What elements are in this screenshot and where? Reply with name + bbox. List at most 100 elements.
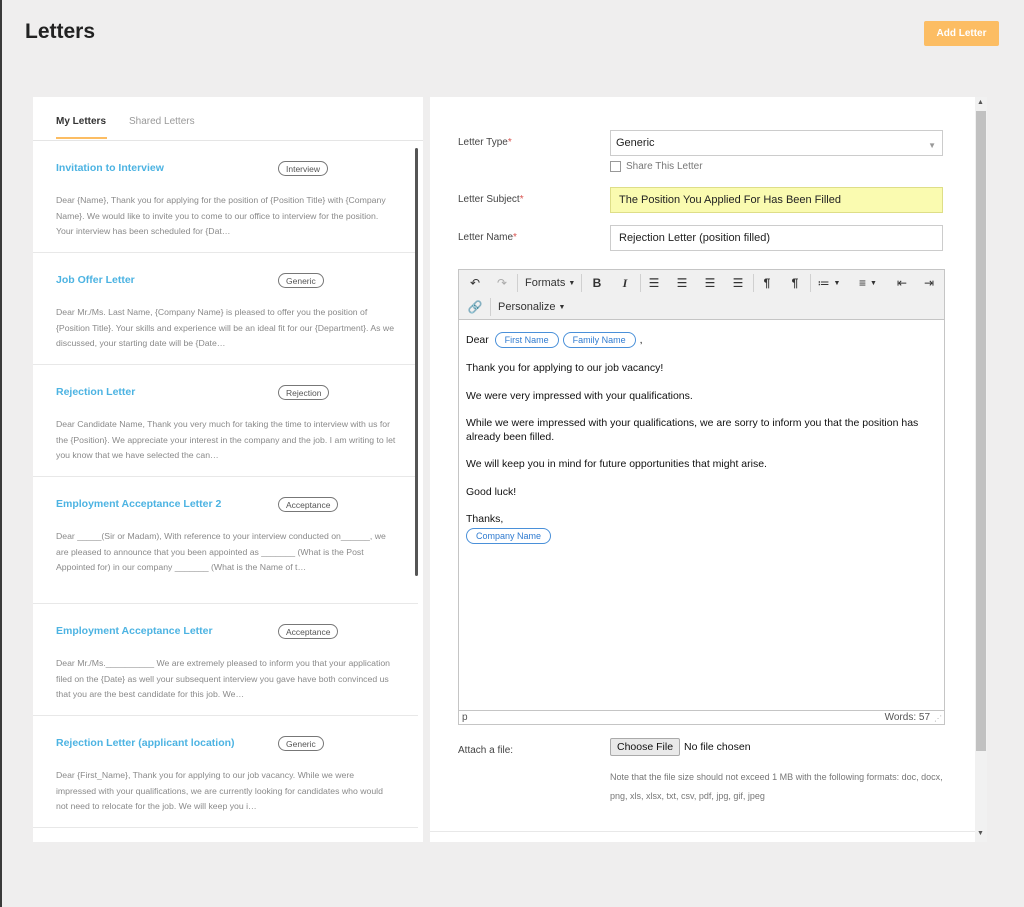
letter-title[interactable]: Invitation to Interview xyxy=(56,162,164,174)
personalize-dropdown[interactable]: Personalize ▼ xyxy=(498,299,565,315)
editor-toolbar: ↶ ↷ Formats ▼ B I ☰ ☰ ☰ ☰ ¶ ¶ ≔ ▼ ≡ ▼ ⇤ ⇥ … xyxy=(459,270,944,320)
share-letter-option[interactable]: Share This Letter xyxy=(610,161,703,172)
chevron-down-icon: ▼ xyxy=(558,303,566,311)
editor-statusbar: p Words: 57 ⋰ xyxy=(459,710,944,724)
page-scrollbar-thumb[interactable] xyxy=(976,111,986,751)
letter-item[interactable]: Employment Acceptance Letter Acceptance … xyxy=(33,604,418,716)
redo-icon[interactable]: ↷ xyxy=(494,275,510,291)
file-size-note: Note that the file size should not excee… xyxy=(610,772,943,801)
formats-label: Formats xyxy=(525,277,566,289)
letter-title[interactable]: Job Offer Letter xyxy=(56,274,135,286)
toolbar-separator xyxy=(753,274,754,292)
scroll-up-icon[interactable]: ▲ xyxy=(977,99,984,106)
closing-block: Thanks, Company Name xyxy=(466,513,937,544)
letter-editor-panel: Letter Type* Generic ▼ Share This Letter… xyxy=(430,97,975,842)
letter-subject-input[interactable]: The Position You Applied For Has Been Fi… xyxy=(610,187,943,213)
required-mark: * xyxy=(507,137,512,148)
letter-item[interactable]: Rejection Letter Rejection Dear Candidat… xyxy=(33,365,418,477)
body-paragraph: Good luck! xyxy=(466,485,517,498)
company-name-token[interactable]: Company Name xyxy=(466,527,552,544)
letter-preview: Dear Mr./Ms.__________ We are extremely … xyxy=(56,658,391,700)
tab-my-letters[interactable]: My Letters xyxy=(56,116,106,127)
toolbar-separator xyxy=(640,274,641,292)
link-icon[interactable]: 🔗 xyxy=(467,299,483,315)
outdent-icon[interactable]: ⇤ xyxy=(894,275,910,291)
letter-name-label: Letter Name* xyxy=(458,232,517,243)
share-letter-checkbox[interactable] xyxy=(610,161,621,172)
choose-file-button[interactable]: Choose File xyxy=(610,738,681,756)
file-status-text: No file chosen xyxy=(684,741,751,753)
personalize-label: Personalize xyxy=(498,301,556,313)
letter-title[interactable]: Employment Acceptance Letter 2 xyxy=(56,498,221,510)
required-mark: * xyxy=(519,194,524,205)
letter-title[interactable]: Rejection Letter (applicant location) xyxy=(56,737,235,749)
letters-list-panel: My Letters Shared Letters Invitation to … xyxy=(33,97,423,842)
window-edge xyxy=(0,0,2,907)
toolbar-separator xyxy=(810,274,811,292)
greeting-text: Dear xyxy=(466,334,489,346)
toolbar-separator xyxy=(517,274,518,292)
letter-item[interactable]: Job Offer Letter Generic Dear Mr./Ms. La… xyxy=(33,253,418,365)
bold-icon[interactable]: B xyxy=(589,275,605,291)
undo-icon[interactable]: ↶ xyxy=(467,275,483,291)
first-name-token[interactable]: First Name xyxy=(494,332,559,348)
align-right-icon[interactable]: ☰ xyxy=(702,275,718,291)
align-justify-icon[interactable]: ☰ xyxy=(730,275,746,291)
align-center-icon[interactable]: ☰ xyxy=(674,275,690,291)
letter-category-badge: Acceptance xyxy=(278,497,339,512)
bullet-list-icon[interactable]: ≔ ▼ xyxy=(816,275,842,291)
greeting-line: Dear First Name Family Name, xyxy=(466,332,937,348)
letter-preview: Dear Candidate Name, Thank you very much… xyxy=(56,419,396,461)
element-path[interactable]: p xyxy=(462,712,468,723)
letter-subject-label: Letter Subject* xyxy=(458,194,524,205)
letter-category-badge: Generic xyxy=(278,273,324,288)
letter-item[interactable]: Invitation to Interview Interview Dear {… xyxy=(33,142,418,253)
letter-name-input[interactable]: Rejection Letter (position filled) xyxy=(610,225,943,251)
letter-item[interactable]: Rejection Letter (applicant location) Ge… xyxy=(33,716,418,828)
numbered-list-icon[interactable]: ≡ ▼ xyxy=(855,275,881,291)
page-title: Letters xyxy=(25,20,96,43)
letter-category-badge: Acceptance xyxy=(278,624,339,639)
rich-text-editor[interactable]: ↶ ↷ Formats ▼ B I ☰ ☰ ☰ ☰ ¶ ¶ ≔ ▼ ≡ ▼ ⇤ ⇥ … xyxy=(458,269,945,725)
letter-type-label: Letter Type* xyxy=(458,137,512,148)
share-letter-label: Share This Letter xyxy=(626,161,703,172)
word-count: Words: 57 xyxy=(884,712,930,723)
formats-dropdown[interactable]: Formats ▼ xyxy=(525,275,575,291)
letters-tabs: My Letters Shared Letters xyxy=(33,97,423,141)
italic-icon[interactable]: I xyxy=(617,275,633,291)
toolbar-separator xyxy=(581,274,582,292)
body-paragraph: Thank you for applying to our job vacanc… xyxy=(466,362,664,374)
ltr-icon[interactable]: ¶ xyxy=(759,275,775,291)
letter-name-label-text: Letter Name xyxy=(458,232,514,243)
letter-subject-label-text: Letter Subject xyxy=(458,194,520,205)
chevron-down-icon: ▼ xyxy=(928,141,936,150)
family-name-token[interactable]: Family Name xyxy=(562,332,636,348)
rtl-icon[interactable]: ¶ xyxy=(787,275,803,291)
closing-text: Thanks, xyxy=(466,513,504,525)
body-paragraph: We will keep you in mind for future oppo… xyxy=(466,458,767,470)
letter-category-badge: Rejection xyxy=(278,385,330,400)
letter-title[interactable]: Rejection Letter xyxy=(56,386,135,398)
greeting-comma: , xyxy=(639,334,643,346)
letters-list-scrollbar[interactable] xyxy=(415,148,418,576)
letter-preview: Dear _____(Sir or Madam), With reference… xyxy=(56,531,386,573)
body-paragraph: We were very impressed with your qualifi… xyxy=(466,389,693,402)
attach-file-label: Attach a file: xyxy=(458,745,514,756)
align-left-icon[interactable]: ☰ xyxy=(646,275,662,291)
tab-shared-letters[interactable]: Shared Letters xyxy=(129,116,195,127)
letter-type-label-text: Letter Type xyxy=(458,137,508,148)
letter-item[interactable]: Employment Acceptance Letter 2 Acceptanc… xyxy=(33,477,418,604)
add-letter-button[interactable]: Add Letter xyxy=(924,21,999,46)
panel-divider xyxy=(430,831,975,832)
letter-type-select[interactable]: Generic ▼ xyxy=(610,130,943,156)
required-mark: * xyxy=(513,232,517,243)
scroll-down-icon[interactable]: ▼ xyxy=(977,830,984,837)
indent-icon[interactable]: ⇥ xyxy=(921,275,937,291)
letter-preview: Dear Mr./Ms. Last Name, {Company Name} i… xyxy=(56,307,395,349)
resize-handle-icon[interactable]: ⋰ xyxy=(934,714,942,723)
letter-title[interactable]: Employment Acceptance Letter xyxy=(56,625,213,637)
editor-content[interactable]: Dear First Name Family Name, Thank you fo… xyxy=(459,320,944,556)
letter-preview: Dear {Name}, Thank you for applying for … xyxy=(56,195,386,237)
letter-type-value: Generic xyxy=(616,137,655,149)
closing-signature: Company Name xyxy=(466,527,937,544)
